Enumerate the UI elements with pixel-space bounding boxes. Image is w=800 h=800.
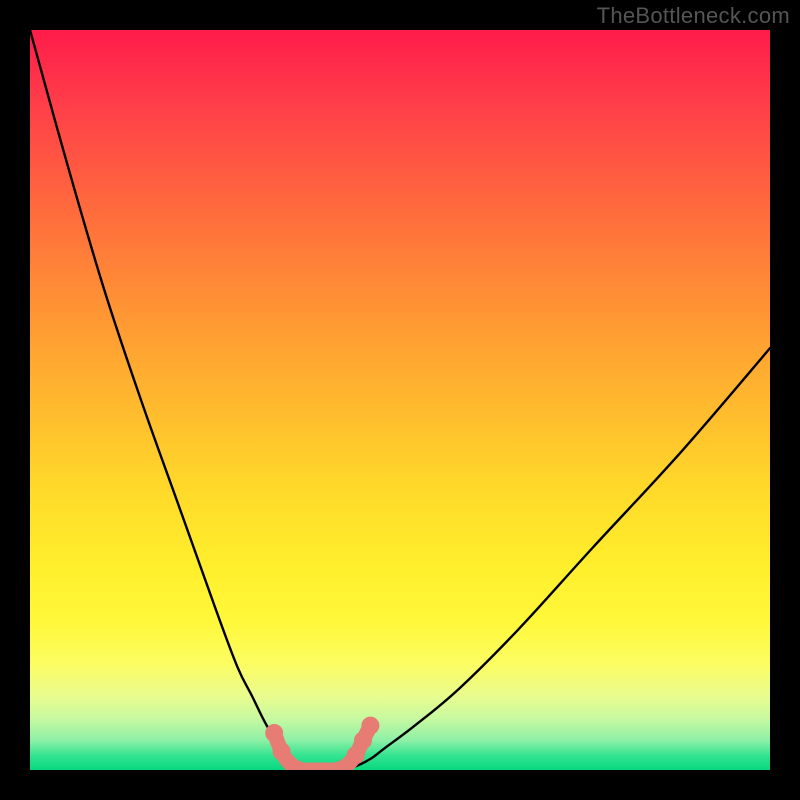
curve-svg [30, 30, 770, 770]
marker-dot [361, 717, 379, 735]
bottleneck-curve [30, 30, 770, 770]
marker-dot [273, 743, 291, 761]
plot-area [30, 30, 770, 770]
marker-dot [265, 724, 283, 742]
watermark-text: TheBottleneck.com [597, 3, 790, 29]
